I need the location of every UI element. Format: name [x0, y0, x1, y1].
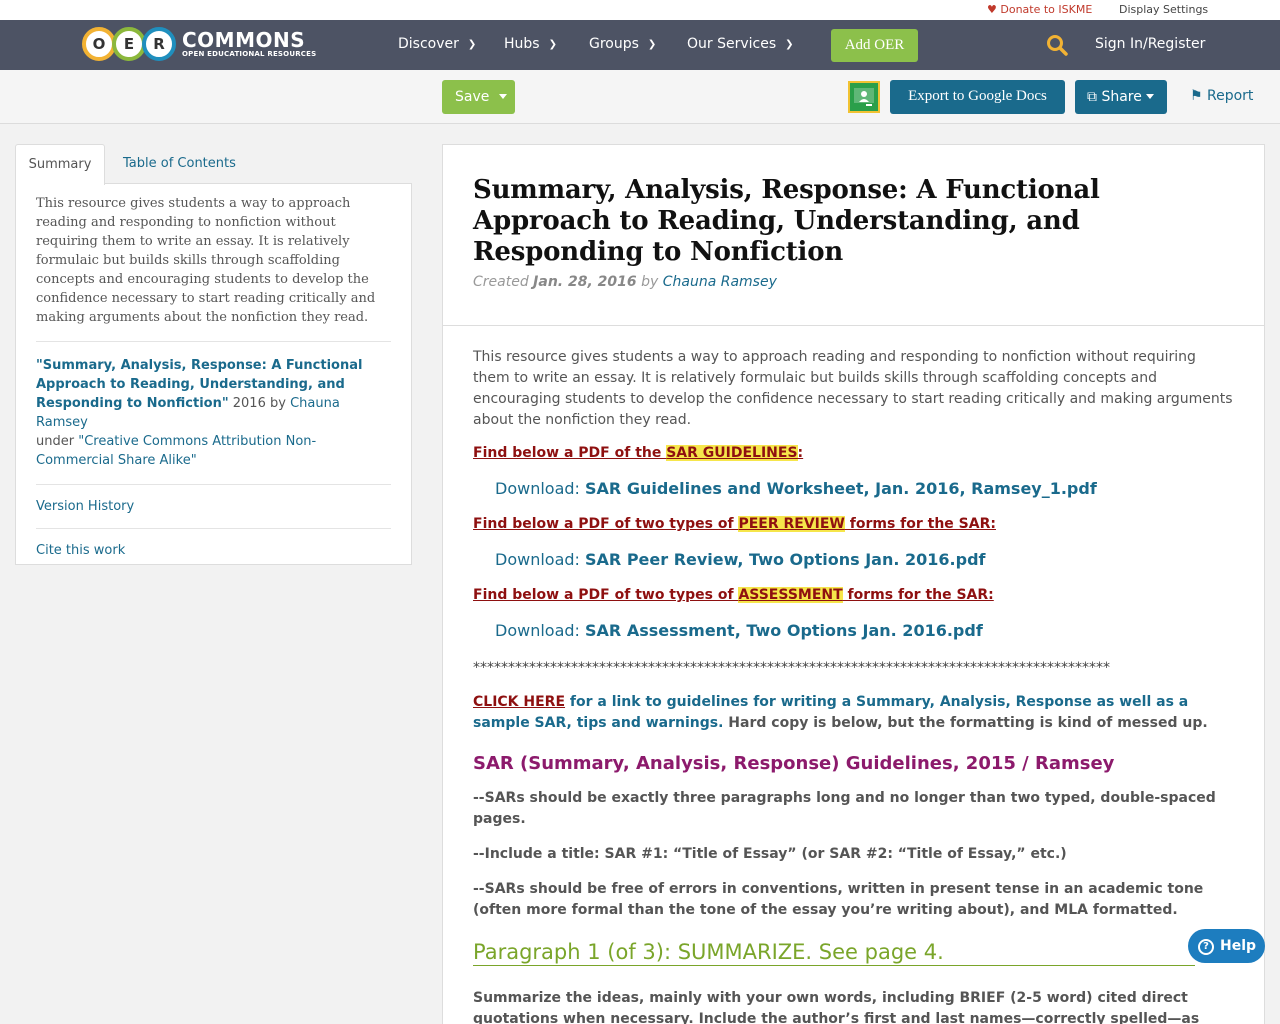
share-icon: ⧉	[1087, 89, 1097, 105]
share-button[interactable]: ⧉ Share	[1075, 80, 1167, 114]
chevron-down-icon: ❯	[548, 39, 557, 50]
author-link[interactable]: Chauna Ramsey	[663, 274, 777, 290]
license-link[interactable]: "Creative Commons Attribution Non-Commer…	[36, 434, 316, 468]
page-title: Summary, Analysis, Response: A Functiona…	[473, 175, 1100, 267]
chevron-down-icon: ❯	[647, 39, 657, 50]
google-classroom-glyph	[854, 88, 874, 106]
donate-link[interactable]: ♥ Donate to ISKME	[987, 3, 1092, 16]
attribution-under: under	[36, 434, 79, 449]
file-link[interactable]: SAR Peer Review, Two Options Jan. 2016.p…	[585, 550, 985, 569]
file-link[interactable]: SAR Guidelines and Worksheet, Jan. 2016,…	[585, 479, 1097, 498]
logo-wordmark: COMMONS OPEN EDUCATIONAL RESOURCES	[182, 30, 316, 59]
logo-letter-e: E	[112, 27, 146, 61]
add-oer-button[interactable]: Add OER	[831, 29, 918, 62]
attribution: "Summary, Analysis, Response: A Function…	[36, 342, 391, 485]
flag-icon: ⚑	[1190, 88, 1203, 104]
sar-guidelines-title: SAR (Summary, Analysis, Response) Guidel…	[473, 753, 1115, 774]
report-link[interactable]: ⚑ Report	[1190, 88, 1253, 104]
rule-title: --Include a title: SAR #1: “Title of Ess…	[473, 846, 1067, 862]
chevron-down-icon: ❯	[785, 39, 794, 50]
section-guidelines-heading: Find below a PDF of the SAR GUIDELINES:	[473, 445, 804, 461]
cite-this-work-link[interactable]: Cite this work	[36, 529, 391, 572]
heart-icon: ♥	[987, 3, 997, 16]
caret-down-icon	[1145, 94, 1154, 99]
help-button[interactable]: ? Help	[1188, 929, 1265, 963]
search-icon[interactable]	[1046, 34, 1068, 56]
summarize-instructions: Summarize the ideas, mainly with your ow…	[473, 990, 1200, 1024]
resource-description: This resource gives students a way to ap…	[36, 194, 391, 342]
resource-content: Summary, Analysis, Response: A Functiona…	[442, 144, 1265, 1024]
nav-discover[interactable]: Discover ❯	[398, 36, 476, 52]
intro-paragraph: This resource gives students a way to ap…	[473, 349, 1233, 428]
nav-groups[interactable]: Groups ❯	[589, 36, 656, 52]
created-date: Jan. 28, 2016	[533, 274, 637, 290]
file-link[interactable]: SAR Assessment, Two Options Jan. 2016.pd…	[585, 621, 983, 640]
export-google-docs-button[interactable]: Export to Google Docs	[890, 80, 1065, 114]
download-assessment[interactable]: Download: SAR Assessment, Two Options Ja…	[495, 621, 1234, 640]
oer-commons-logo[interactable]: O E R COMMONS OPEN EDUCATIONAL RESOURCES	[82, 25, 316, 63]
section-peer-review-heading: Find below a PDF of two types of PEER RE…	[473, 516, 996, 532]
chevron-down-icon: ❯	[467, 39, 477, 50]
tab-summary[interactable]: Summary	[15, 144, 105, 185]
paragraph-1-heading: Paragraph 1 (of 3): SUMMARIZE. See page …	[473, 940, 1195, 966]
logo-tagline: OPEN EDUCATIONAL RESOURCES	[182, 49, 317, 58]
logo-letter-r: R	[142, 27, 176, 61]
rule-length: --SARs should be exactly three paragraph…	[473, 790, 1216, 827]
click-here-link[interactable]: CLICK HERE	[473, 694, 565, 710]
summary-panel: This resource gives students a way to ap…	[15, 183, 412, 565]
created-info: Created Jan. 28, 2016 by Chauna Ramsey	[473, 274, 777, 290]
google-classroom-icon[interactable]	[848, 81, 880, 113]
download-guidelines[interactable]: Download: SAR Guidelines and Worksheet, …	[495, 479, 1234, 498]
display-settings-link[interactable]: Display Settings	[1119, 3, 1208, 16]
divider-stars: ****************************************…	[473, 660, 1110, 676]
nav-hubs[interactable]: Hubs ❯	[504, 36, 557, 52]
attribution-year: 2016 by	[228, 396, 291, 411]
section-assessment-heading: Find below a PDF of two types of ASSESSM…	[473, 587, 994, 603]
sidebar-tabs: Summary Table of Contents	[15, 144, 412, 185]
resource-body: This resource gives students a way to ap…	[443, 326, 1264, 1024]
resource-toolbar: Save Export to Google Docs ⧉ Share ⚑ Rep…	[0, 70, 1280, 124]
download-peer-review[interactable]: Download: SAR Peer Review, Two Options J…	[495, 550, 1234, 569]
version-history-link[interactable]: Version History	[36, 485, 391, 529]
help-icon: ?	[1198, 939, 1214, 955]
caret-down-icon	[499, 94, 508, 99]
logo-brand: COMMONS	[182, 27, 306, 52]
save-button[interactable]: Save	[442, 80, 515, 114]
click-here-paragraph: CLICK HERE for a link to guidelines for …	[473, 694, 1208, 731]
logo-letter-o: O	[82, 27, 116, 61]
rule-conventions: --SARs should be free of errors in conve…	[473, 881, 1204, 918]
sign-in-register-link[interactable]: Sign In/Register	[1095, 36, 1205, 52]
utility-bar: ♥ Donate to ISKME Display Settings	[0, 0, 1280, 20]
resource-header: Summary, Analysis, Response: A Functiona…	[443, 145, 1264, 326]
site-header: O E R COMMONS OPEN EDUCATIONAL RESOURCES…	[0, 20, 1280, 70]
tab-table-of-contents[interactable]: Table of Contents	[123, 144, 236, 184]
nav-our-services[interactable]: Our Services ❯	[687, 36, 794, 52]
